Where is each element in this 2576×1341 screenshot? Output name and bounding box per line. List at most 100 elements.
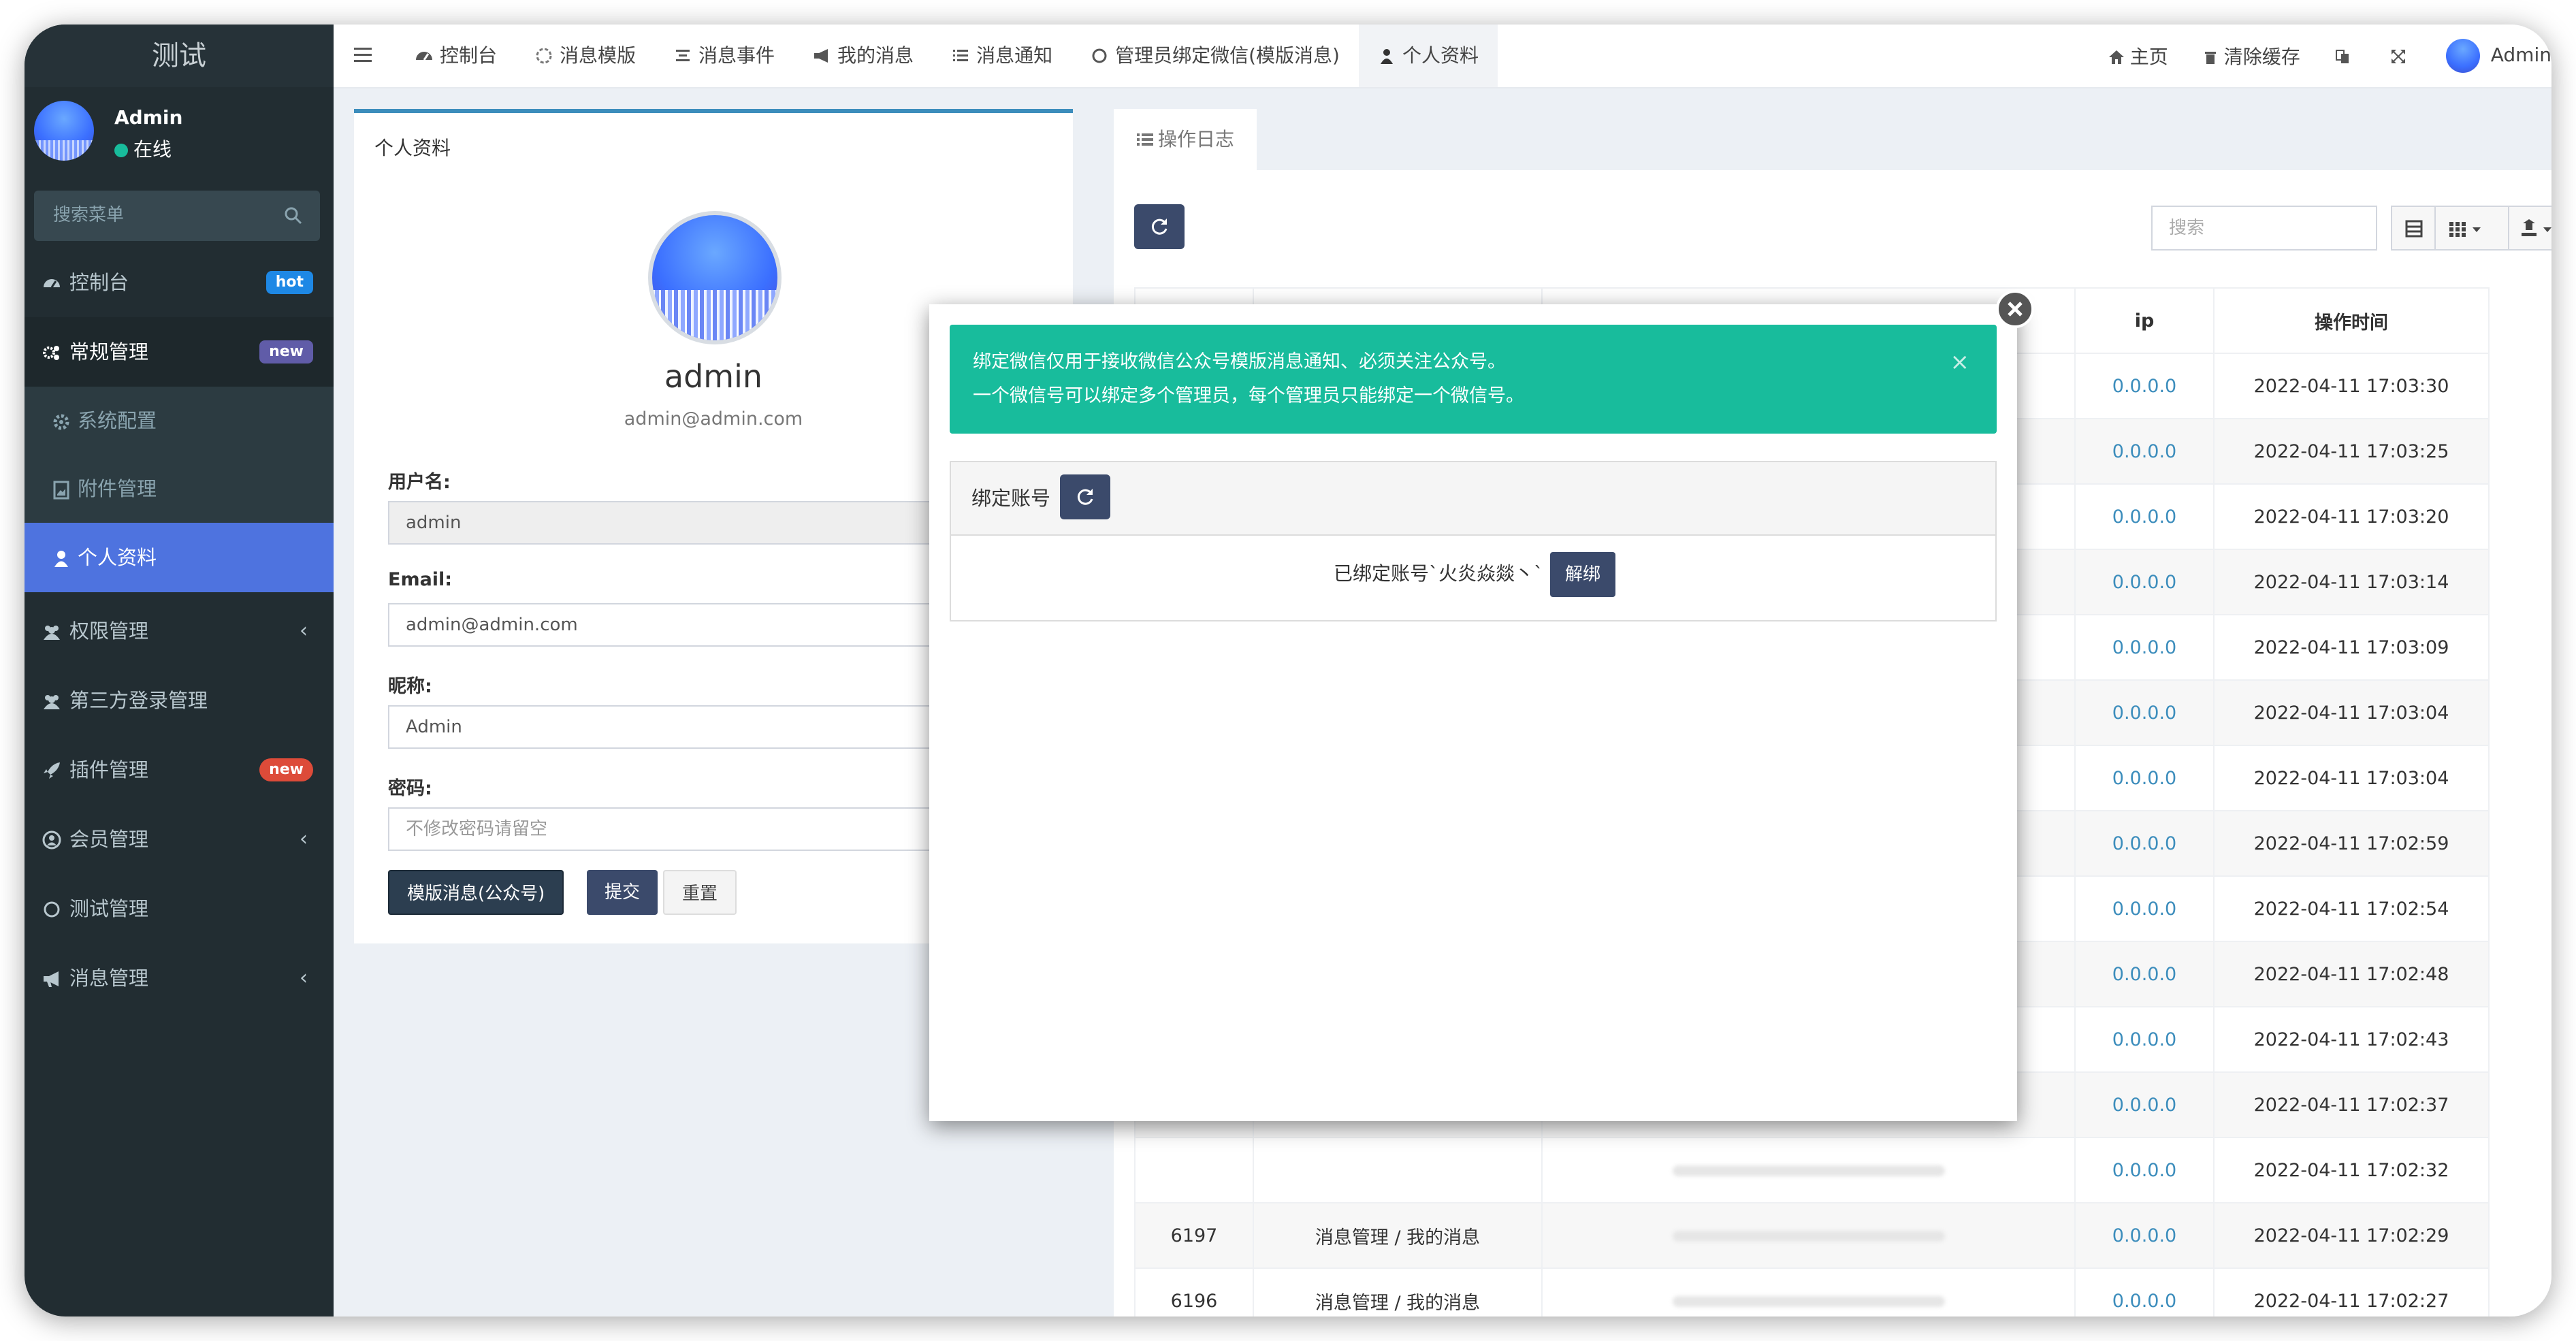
tab-label: 操作日志 — [1157, 128, 1234, 150]
fullscreen-button[interactable] — [2390, 45, 2412, 67]
tab-message-events[interactable]: 消息事件 — [655, 25, 794, 87]
bullhorn-icon — [44, 971, 59, 987]
clear-cache-label: 清除缓存 — [2223, 46, 2300, 68]
log-search-input[interactable]: 搜索 — [2151, 206, 2377, 251]
column-header-ip[interactable]: ip — [2074, 287, 2215, 354]
top-navbar: 控制台 消息模版 消息事件 我的消息 消息通知 管理员绑定微信(模版消息) 个人… — [334, 25, 2551, 88]
tab-my-messages[interactable]: 我的消息 — [794, 25, 933, 87]
sidebar-item-test[interactable]: 测试管理 — [25, 874, 334, 943]
circle-icon — [44, 901, 60, 918]
user-menu[interactable]: Admin — [2445, 39, 2551, 73]
sidebar-item-label: 常规管理 — [69, 340, 149, 363]
template-message-button[interactable]: 模版消息(公众号) — [388, 870, 564, 915]
sidebar-item-label: 个人资料 — [78, 546, 157, 569]
cell-ip[interactable]: 0.0.0.0 — [2074, 1071, 2215, 1138]
cell-ip[interactable]: 0.0.0.0 — [2074, 810, 2215, 877]
home-icon — [2108, 50, 2124, 64]
chevron-left-icon: ‹ — [300, 827, 308, 851]
sidebar-item-permissions[interactable]: 权限管理 ‹ — [25, 596, 334, 666]
sidebar-item-label: 权限管理 — [69, 619, 149, 643]
cell-ip[interactable]: 0.0.0.0 — [2074, 679, 2215, 746]
toggle-view-button[interactable] — [2391, 206, 2436, 251]
column-header-time[interactable]: 操作时间 — [2213, 287, 2490, 354]
search-icon[interactable] — [283, 206, 304, 226]
columns-toggle-button[interactable] — [2434, 206, 2509, 251]
table-row[interactable]: 6197 消息管理 / 我的消息 0.0.0.0 2022-04-11 17:02:2… — [1134, 1202, 2490, 1269]
life-ring-icon — [536, 48, 552, 64]
new-badge: new — [259, 340, 313, 363]
cell-ip[interactable]: 0.0.0.0 — [2074, 483, 2215, 550]
cell-ip[interactable]: 0.0.0.0 — [2074, 1006, 2215, 1073]
users-icon — [44, 695, 60, 709]
table-row[interactable]: 6196 消息管理 / 我的消息 0.0.0.0 2022-04-11 17:02:2… — [1134, 1267, 2490, 1316]
translate-icon — [2335, 49, 2349, 63]
info-alert: 绑定微信仅用于接收微信公众号模版消息通知、必须关注公众号。 一个微信号可以绑定多… — [950, 325, 1997, 434]
sidebar-item-third-party-login[interactable]: 第三方登录管理 — [25, 666, 334, 735]
tab-operation-log[interactable]: 操作日志 — [1114, 109, 1257, 170]
bind-refresh-button[interactable] — [1060, 474, 1110, 519]
alert-close-icon[interactable]: × — [1950, 345, 1970, 379]
gear-icon — [53, 414, 69, 430]
sidebar-item-attachments[interactable]: 附件管理 — [25, 455, 334, 523]
cell-url — [1541, 1267, 2076, 1316]
status-text: 在线 — [133, 138, 172, 161]
tab-message-notifications[interactable]: 消息通知 — [933, 25, 1072, 87]
modal-close-button[interactable] — [1996, 290, 2034, 328]
sidebar-item-label: 系统配置 — [78, 409, 157, 432]
tab-message-templates[interactable]: 消息模版 — [516, 25, 655, 87]
export-button[interactable] — [2508, 206, 2551, 251]
profile-avatar[interactable] — [648, 211, 782, 344]
cell-ip[interactable]: 0.0.0.0 — [2074, 353, 2215, 419]
reset-button[interactable]: 重置 — [663, 870, 737, 915]
sidebar-item-members[interactable]: 会员管理 ‹ — [25, 805, 334, 874]
clear-cache-button[interactable]: 清除缓存 — [2202, 42, 2300, 69]
tab-admin-bind-wechat[interactable]: 管理员绑定微信(模版消息) — [1072, 25, 1359, 87]
cell-ip[interactable]: 0.0.0.0 — [2074, 745, 2215, 811]
refresh-icon — [1077, 489, 1093, 505]
avatar — [2445, 39, 2480, 73]
log-refresh-button[interactable] — [1134, 204, 1185, 249]
tab-label: 个人资料 — [1402, 44, 1479, 67]
rocket-icon — [44, 762, 60, 779]
unbind-button[interactable]: 解绑 — [1550, 552, 1616, 597]
cell-ip[interactable]: 0.0.0.0 — [2074, 941, 2215, 1007]
cell-ip[interactable]: 0.0.0.0 — [2074, 1267, 2215, 1316]
username-label: 用户名: — [388, 472, 451, 493]
cell-time: 2022-04-11 17:02:29 — [2213, 1202, 2490, 1269]
cell-title: 消息管理 / 我的消息 — [1253, 1267, 1543, 1316]
table-row[interactable]: 0.0.0.0 2022-04-11 17:02:32 — [1134, 1137, 2490, 1203]
cell-ip[interactable]: 0.0.0.0 — [2074, 1137, 2215, 1203]
cell-ip[interactable]: 0.0.0.0 — [2074, 614, 2215, 681]
home-link[interactable]: 主页 — [2108, 42, 2168, 69]
translate-button[interactable] — [2334, 45, 2356, 67]
tab-profile[interactable]: 个人资料 — [1358, 25, 1498, 87]
submit-button[interactable]: 提交 — [587, 870, 658, 915]
fullscreen-icon — [2391, 49, 2405, 63]
sidebar-item-plugins[interactable]: 插件管理 new — [25, 735, 334, 805]
cell-ip[interactable]: 0.0.0.0 — [2074, 418, 2215, 485]
tab-label: 我的消息 — [837, 44, 914, 67]
sidebar-item-general[interactable]: 常规管理 new — [25, 317, 334, 387]
sidebar-item-profile[interactable]: 个人资料 — [25, 523, 334, 592]
cell-ip[interactable]: 0.0.0.0 — [2074, 1202, 2215, 1269]
app-logo-title[interactable]: 测试 — [25, 25, 334, 87]
new-badge: new — [259, 758, 313, 781]
menu-toggle-icon[interactable] — [351, 45, 374, 65]
sidebar-item-system-config[interactable]: 系统配置 — [25, 387, 334, 455]
cell-url — [1541, 1202, 2076, 1269]
cell-ip[interactable]: 0.0.0.0 — [2074, 549, 2215, 615]
columns-icon — [2449, 222, 2481, 237]
tab-dashboard[interactable]: 控制台 — [396, 25, 516, 87]
avatar — [34, 101, 94, 161]
sidebar-item-label: 测试管理 — [69, 897, 149, 920]
menu-search-input[interactable] — [52, 204, 272, 226]
dashboard-icon — [44, 279, 60, 288]
nav-tabs: 控制台 消息模版 消息事件 我的消息 消息通知 管理员绑定微信(模版消息) 个人… — [396, 25, 1498, 87]
log-tab-header: 操作日志 — [1114, 109, 2551, 170]
user-menu-name: Admin — [2490, 44, 2551, 66]
list-icon — [953, 50, 969, 61]
sidebar-item-messages[interactable]: 消息管理 ‹ — [25, 943, 334, 1013]
cell-ip[interactable]: 0.0.0.0 — [2074, 875, 2215, 942]
user-icon — [54, 551, 68, 567]
sidebar-item-dashboard[interactable]: 控制台 hot — [25, 248, 334, 317]
